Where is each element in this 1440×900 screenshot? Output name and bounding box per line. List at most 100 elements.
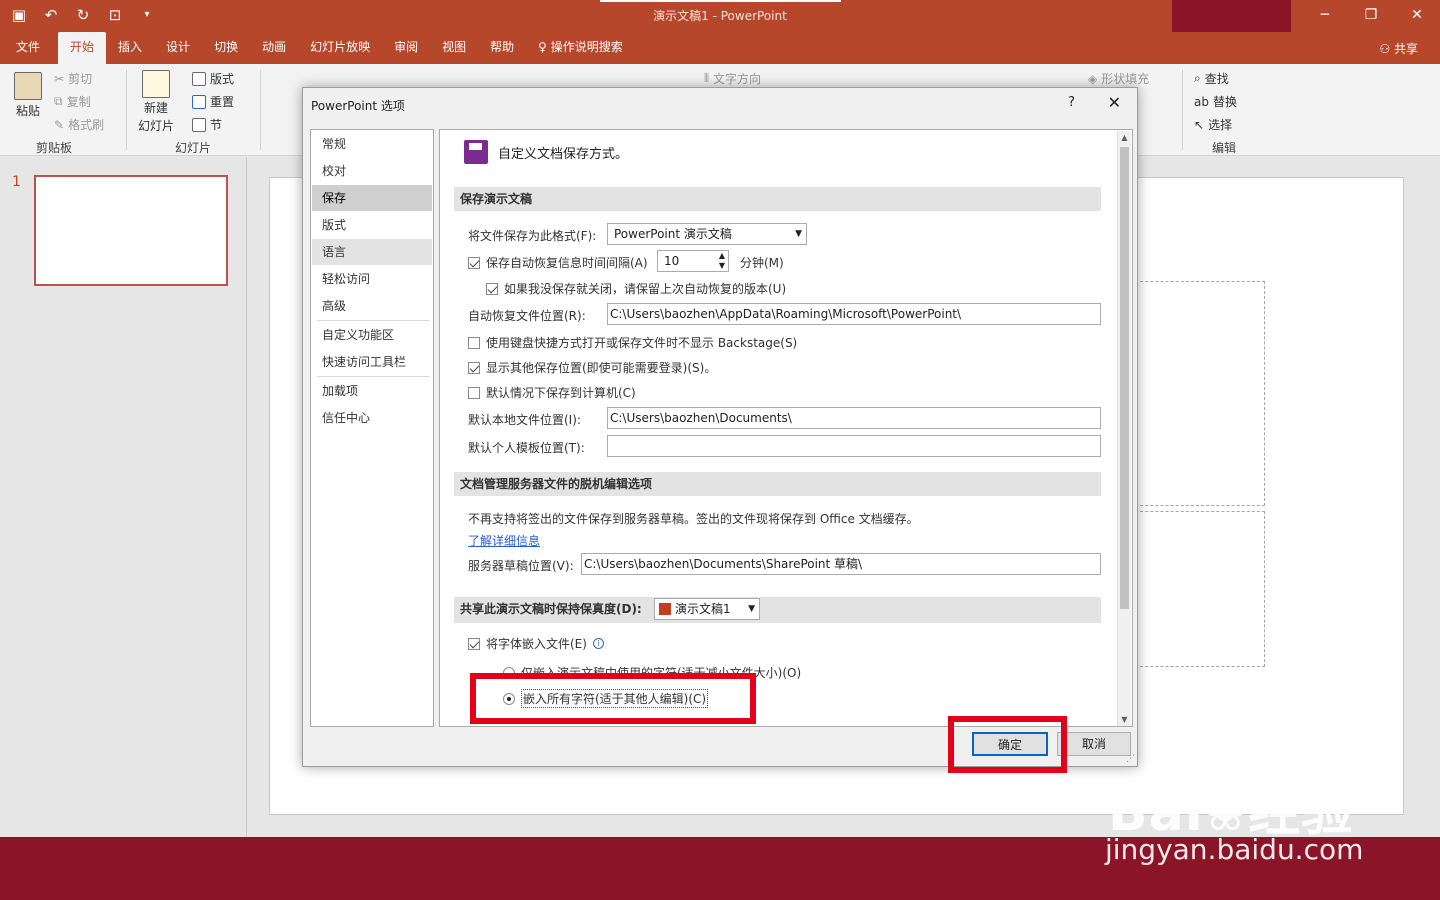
tab-transitions[interactable]: 切换 — [202, 32, 250, 64]
format-select[interactable]: PowerPoint 演示文稿 ▼ — [607, 223, 807, 245]
pptx-icon — [659, 603, 671, 615]
scissors-icon: ✂ — [54, 71, 65, 86]
autorecover-interval-value: 10 — [664, 254, 680, 268]
help-button[interactable]: ? — [1068, 95, 1075, 110]
embed-fonts-checkbox[interactable] — [468, 637, 480, 650]
section-icon — [192, 117, 206, 132]
copy-button[interactable]: ⧉ 复制 — [54, 93, 91, 110]
select-button[interactable]: ↖ 选择 — [1194, 116, 1232, 133]
nav-language[interactable]: 语言 — [312, 239, 432, 265]
scroll-thumb[interactable] — [1120, 147, 1129, 609]
autorecover-label: 保存自动恢复信息时间间隔(A) — [486, 256, 648, 270]
text-direction-icon: ⫴ — [704, 71, 710, 85]
info-icon[interactable]: i — [592, 638, 604, 649]
autorecover-row: 保存自动恢复信息时间间隔(A) — [468, 254, 648, 271]
autorecover-location-input[interactable]: C:\Users\baozhen\AppData\Roaming\Microso… — [607, 303, 1101, 325]
paste-icon — [14, 72, 42, 100]
clipboard-group-label: 剪贴板 — [36, 141, 73, 155]
server-drafts-input[interactable]: C:\Users\baozhen\Documents\SharePoint 草稿… — [581, 553, 1101, 575]
cancel-button[interactable]: 取消 — [1057, 732, 1131, 756]
tab-view[interactable]: 视图 — [430, 32, 478, 64]
tab-insert[interactable]: 插入 — [106, 32, 154, 64]
nav-advanced[interactable]: 高级 — [312, 293, 432, 319]
resize-grip-icon[interactable]: ⋰ — [1126, 754, 1135, 764]
template-location-input[interactable] — [607, 435, 1101, 457]
share-button[interactable]: ⚇ 共享 — [1379, 40, 1418, 57]
watermark-url: jingyan.baidu.com — [1105, 833, 1364, 866]
section-label: 节 — [210, 118, 223, 132]
nav-quick-access-toolbar[interactable]: 快速访问工具栏 — [312, 349, 432, 375]
replace-label: 替换 — [1212, 95, 1237, 109]
shape-fill-button[interactable]: ◈ 形状填充 — [1088, 70, 1149, 87]
tell-me-search[interactable]: ♀ 操作说明搜索 — [526, 32, 635, 64]
tab-help[interactable]: 帮助 — [478, 32, 526, 64]
dialog-title: PowerPoint 选项 — [311, 99, 405, 113]
save-computer-checkbox[interactable] — [468, 386, 480, 399]
keep-last-checkbox[interactable] — [486, 282, 498, 295]
subtitle-placeholder[interactable] — [1130, 511, 1265, 667]
slides-group-label: 幻灯片 — [175, 141, 212, 155]
tab-review[interactable]: 审阅 — [382, 32, 430, 64]
nav-layout[interactable]: 版式 — [312, 212, 432, 238]
template-location-label: 默认个人模板位置(T): — [468, 441, 585, 455]
paint-bucket-icon: ◈ — [1088, 71, 1098, 86]
slide-thumbnail[interactable] — [34, 175, 228, 286]
divider — [1182, 70, 1183, 150]
nav-customize-ribbon[interactable]: 自定义功能区 — [312, 322, 432, 348]
scroll-down-icon[interactable]: ▼ — [1118, 713, 1131, 726]
tab-home[interactable]: 开始 — [58, 32, 107, 64]
reset-icon — [192, 94, 206, 109]
content-header-text: 自定义文档保存方式。 — [498, 146, 629, 162]
divider — [126, 70, 127, 150]
restore-button[interactable]: ❐ — [1348, 0, 1394, 32]
nav-save[interactable]: 保存 — [312, 185, 432, 211]
section-button[interactable]: 节 — [192, 116, 222, 133]
show-other-row: 显示其他保存位置(即使可能需要登录)(S)。 — [468, 359, 716, 376]
tab-file[interactable]: 文件 — [0, 32, 52, 64]
new-slide-icon — [142, 70, 170, 98]
local-location-label: 默认本地文件位置(I): — [468, 413, 581, 427]
cut-button[interactable]: ✂ 剪切 — [54, 70, 92, 87]
content-scrollbar[interactable]: ▲ ▼ — [1117, 131, 1131, 726]
chevron-down-icon: ▼ — [795, 229, 802, 239]
nav-trust-center[interactable]: 信任中心 — [312, 405, 432, 431]
autorecover-checkbox[interactable] — [468, 256, 480, 269]
window-controls: ─ ❐ ✕ — [1302, 0, 1440, 32]
format-painter-button[interactable]: ✎ 格式刷 — [54, 116, 104, 133]
no-backstage-checkbox[interactable] — [468, 336, 480, 349]
scroll-up-icon[interactable]: ▲ — [1118, 131, 1131, 145]
dialog-close-button[interactable]: ✕ — [1108, 93, 1121, 112]
new-slide-button[interactable]: 新建 幻灯片 — [138, 70, 174, 134]
cursor-icon: ↖ — [1194, 117, 1205, 132]
show-other-checkbox[interactable] — [468, 361, 480, 374]
tab-slideshow[interactable]: 幻灯片放映 — [298, 32, 382, 64]
person-icon: ⚇ — [1379, 42, 1394, 56]
paste-label: 粘贴 — [15, 104, 40, 118]
content-header: 自定义文档保存方式。 — [464, 140, 628, 164]
tab-animations[interactable]: 动画 — [250, 32, 298, 64]
find-button[interactable]: ⌕ 查找 — [1194, 70, 1229, 87]
replace-icon: ab — [1194, 94, 1209, 109]
local-location-input[interactable]: C:\Users\baozhen\Documents\ — [607, 407, 1101, 429]
reset-button[interactable]: 重置 — [192, 93, 234, 110]
layout-label: 版式 — [210, 72, 235, 86]
text-direction-button[interactable]: ⫴ 文字方向 — [704, 70, 761, 87]
learn-more-link[interactable]: 了解详细信息 — [468, 532, 540, 549]
nav-addins[interactable]: 加载项 — [312, 378, 432, 404]
search-icon: ⌕ — [1194, 71, 1201, 85]
format-painter-label: 格式刷 — [68, 118, 105, 132]
paste-button[interactable]: 粘贴 — [14, 72, 42, 119]
minimize-button[interactable]: ─ — [1302, 0, 1348, 32]
autorecover-interval-stepper[interactable]: 10 ▲ ▼ — [657, 250, 729, 272]
nav-accessibility[interactable]: 轻松访问 — [312, 266, 432, 292]
nav-proofing[interactable]: 校对 — [312, 158, 432, 184]
layout-button[interactable]: 版式 — [192, 70, 234, 87]
lightbulb-icon: ♀ — [538, 40, 551, 54]
nav-general[interactable]: 常规 — [312, 131, 432, 157]
replace-button[interactable]: ab 替换 — [1194, 93, 1237, 110]
tab-design[interactable]: 设计 — [154, 32, 202, 64]
title-placeholder[interactable] — [1130, 281, 1265, 506]
fidelity-doc-select[interactable]: 演示文稿1 ▼ — [654, 598, 760, 620]
close-button[interactable]: ✕ — [1394, 0, 1440, 32]
autorecover-location-label: 自动恢复文件位置(R): — [468, 309, 586, 323]
